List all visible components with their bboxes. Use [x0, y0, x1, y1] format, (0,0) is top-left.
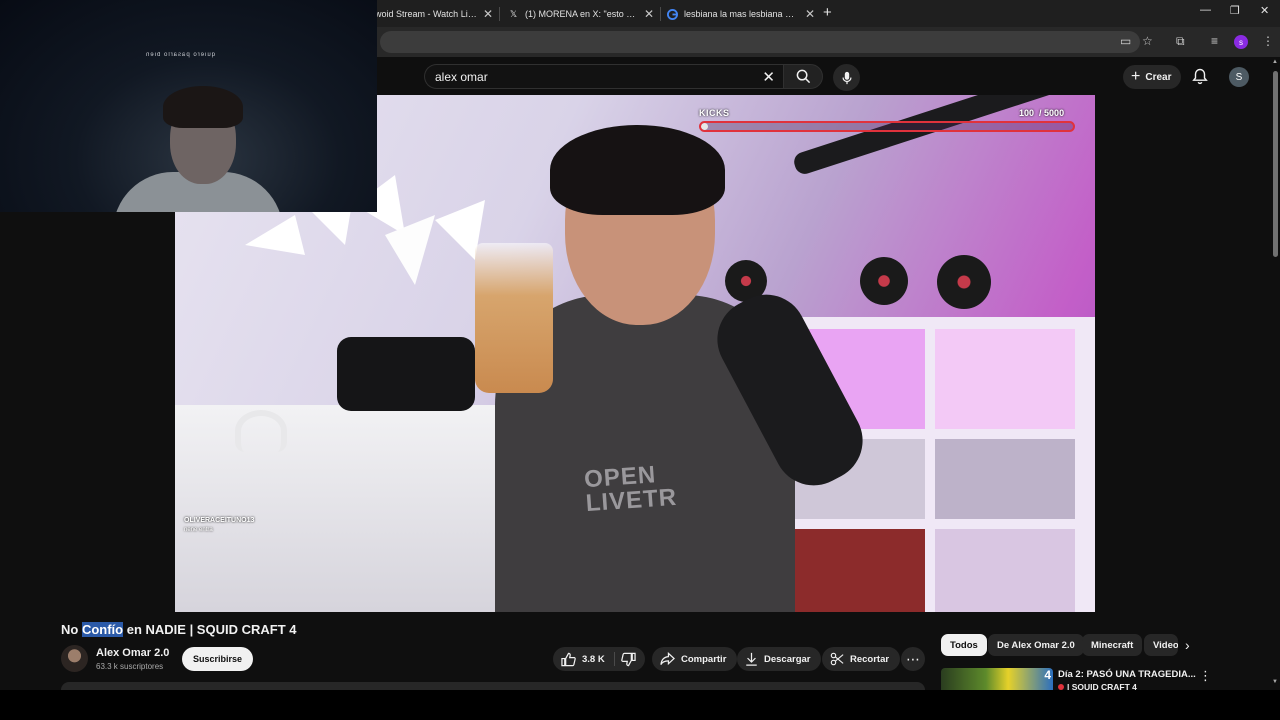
media-control-icon[interactable]: ≡ — [1211, 34, 1218, 48]
download-button[interactable]: Descargar — [737, 647, 822, 671]
chat-message: nene entra — [184, 527, 213, 533]
download-label: Descargar — [764, 653, 811, 665]
recommendation-thumbnail[interactable]: 4 — [941, 668, 1053, 690]
dislike-button[interactable] — [621, 652, 642, 670]
webcam-caption: quiero pasarlo bien — [145, 52, 216, 58]
scissors-icon — [830, 652, 844, 666]
notifications-bell-icon[interactable] — [1192, 68, 1208, 90]
create-label: Crear — [1145, 71, 1172, 83]
tab-title: woid Stream - Watch Live or — [375, 9, 477, 19]
bluetooth-speaker — [337, 337, 475, 411]
vinyl-record — [860, 257, 908, 305]
tab-x-post[interactable]: 𝕏 (1) MORENA en X: "esto paso h ✕ — [508, 4, 654, 24]
close-icon[interactable]: ✕ — [644, 7, 654, 21]
subscribe-button[interactable]: Suscribirse — [182, 647, 254, 671]
like-dislike-group: 3.8 K — [553, 647, 645, 671]
scroll-down-icon[interactable]: ▼ — [1272, 679, 1278, 685]
window-close-icon[interactable]: ✕ — [1260, 4, 1269, 17]
tab-title: lesbiana la mas lesbiana de tod — [684, 9, 796, 19]
chip-all[interactable]: Todos — [941, 634, 987, 656]
thumbs-down-icon — [621, 652, 636, 667]
search-query: alex omar — [435, 70, 488, 84]
tab-twitch[interactable]: woid Stream - Watch Live or ✕ — [375, 4, 493, 24]
tab-separator — [660, 7, 661, 21]
like-count: 3.8 K — [582, 653, 605, 665]
tab-google-search[interactable]: lesbiana la mas lesbiana de tod ✕ — [667, 4, 815, 24]
thumbnail-number: 4 — [1044, 668, 1051, 682]
browser-profile-avatar[interactable]: s — [1234, 35, 1248, 49]
divider — [614, 652, 615, 666]
subscriber-count: 63.3 k suscriptores — [96, 662, 164, 671]
chat-username: OLIVERACEITUNO13 — [184, 517, 255, 524]
close-icon[interactable]: ✕ — [483, 7, 493, 21]
kicks-progress-fill — [701, 123, 709, 130]
account-avatar[interactable]: S — [1229, 67, 1249, 87]
tab-separator — [499, 7, 500, 21]
webcam-person-hair — [163, 86, 243, 128]
channel-name[interactable]: Alex Omar 2.0 — [96, 647, 169, 659]
kicks-progress-bar — [699, 121, 1075, 132]
clip-label: Recortar — [850, 653, 890, 665]
search-input[interactable]: alex omar ✕ — [424, 64, 783, 89]
install-app-icon[interactable]: ▭ — [1120, 34, 1131, 48]
webcam-overlay: quiero pasarlo bien — [0, 0, 377, 212]
restore-icon[interactable]: ❐ — [1230, 4, 1240, 17]
address-bar[interactable] — [380, 31, 1140, 53]
download-icon — [746, 652, 757, 666]
search-button[interactable] — [783, 64, 823, 89]
kicks-goal-label: KICKS — [699, 108, 730, 118]
share-label: Compartir — [681, 653, 727, 665]
plus-icon: + — [1131, 68, 1141, 85]
x-icon: 𝕏 — [509, 8, 518, 19]
chip-video[interactable]: Video — [1144, 634, 1178, 656]
tab-title: (1) MORENA en X: "esto paso h — [525, 9, 637, 19]
chevron-right-icon[interactable]: › — [1185, 637, 1190, 653]
page-scrollbar[interactable]: ▲ ▼ — [1270, 57, 1280, 690]
recommendation-title[interactable]: Día 2: PASÓ UNA TRAGEDIA... — [1058, 669, 1196, 680]
more-actions-button[interactable]: ⋯ — [901, 647, 925, 671]
streamer-hair — [550, 125, 725, 215]
selected-text: Confío — [81, 622, 124, 637]
new-tab-button[interactable]: + — [823, 4, 832, 21]
extensions-icon[interactable]: ⧉ — [1176, 34, 1185, 49]
shirt-print: OPEN LIVETR — [583, 461, 678, 518]
kicks-goal-count: 100 / 5000 — [1019, 108, 1065, 118]
google-icon — [667, 8, 678, 20]
like-button[interactable]: 3.8 K — [561, 652, 605, 667]
vinyl-record — [937, 255, 991, 309]
bookmark-star-icon[interactable]: ☆ — [1142, 34, 1153, 48]
voice-search-button[interactable] — [833, 64, 860, 91]
bottom-black-bar — [0, 690, 1280, 720]
channel-avatar[interactable] — [61, 645, 88, 672]
white-desk — [175, 405, 515, 612]
recommendation-menu-icon[interactable]: ⋮ — [1199, 668, 1212, 684]
chip-from-channel[interactable]: De Alex Omar 2.0 — [988, 634, 1084, 656]
share-arrow-icon — [660, 652, 675, 666]
scroll-thumb[interactable] — [1273, 71, 1278, 257]
microphone-icon — [841, 71, 852, 84]
search-icon — [796, 69, 810, 84]
scroll-up-icon[interactable]: ▲ — [1272, 59, 1278, 65]
minimize-icon[interactable]: — — [1200, 4, 1211, 16]
thumbs-up-icon — [561, 652, 576, 666]
menu-kebab-icon[interactable]: ⋮ — [1262, 34, 1274, 48]
video-title: No Confío en NADIE | SQUID CRAFT 4 — [61, 622, 297, 637]
create-button[interactable]: + Crear — [1123, 65, 1182, 89]
chip-minecraft[interactable]: Minecraft — [1082, 634, 1143, 656]
close-icon[interactable]: ✕ — [805, 7, 815, 21]
headphones — [235, 410, 287, 452]
share-button[interactable]: Compartir — [652, 647, 738, 671]
clip-button[interactable]: Recortar — [822, 647, 901, 671]
clear-search-icon[interactable]: ✕ — [762, 68, 775, 86]
drink-cup — [475, 243, 553, 393]
